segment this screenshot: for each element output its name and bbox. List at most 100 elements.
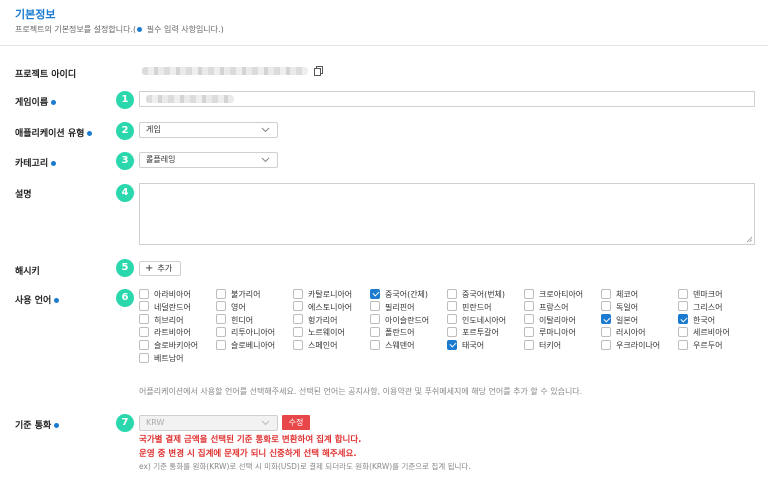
language-option[interactable]: 핀란드어 (447, 301, 491, 314)
language-checkbox[interactable] (370, 288, 380, 299)
language-checkbox[interactable] (139, 326, 149, 337)
language-option[interactable]: 스웨덴어 (370, 339, 414, 352)
language-option[interactable]: 스페인어 (293, 339, 337, 352)
language-option[interactable]: 크로아티아어 (524, 288, 583, 301)
language-option[interactable]: 카탈로니아어 (293, 288, 352, 301)
language-option[interactable]: 태국어 (447, 339, 484, 352)
language-checkbox[interactable] (601, 314, 611, 325)
language-option[interactable]: 헝가리어 (293, 314, 337, 327)
language-checkbox[interactable] (678, 288, 688, 299)
language-option[interactable]: 인도네시아어 (447, 314, 506, 327)
game-name-input[interactable] (139, 91, 755, 107)
language-checkbox[interactable] (216, 339, 226, 350)
language-option[interactable]: 폴란드어 (370, 326, 414, 339)
language-option[interactable]: 히브리어 (139, 314, 183, 327)
language-option[interactable]: 이탈리아어 (524, 314, 576, 327)
language-checkbox[interactable] (447, 339, 457, 350)
language-option[interactable]: 슬로베니아어 (216, 339, 275, 352)
language-checkbox[interactable] (139, 288, 149, 299)
description-textarea[interactable] (139, 183, 755, 245)
language-checkbox[interactable] (293, 326, 303, 337)
language-checkbox[interactable] (370, 326, 380, 337)
language-option[interactable]: 세르비아어 (678, 326, 730, 339)
language-option[interactable]: 필리핀어 (370, 301, 414, 314)
language-checkbox[interactable] (447, 301, 457, 312)
language-option[interactable]: 한국어 (678, 314, 715, 327)
language-checkbox[interactable] (216, 314, 226, 325)
language-checkbox[interactable] (293, 314, 303, 325)
language-option[interactable]: 노르웨이어 (293, 326, 345, 339)
currency-select[interactable]: KRW (139, 415, 278, 431)
language-option[interactable]: 네덜란드어 (139, 301, 191, 314)
language-option[interactable]: 일본어 (601, 314, 638, 327)
language-checkbox[interactable] (139, 352, 149, 363)
language-checkbox[interactable] (293, 339, 303, 350)
language-option[interactable]: 독일어 (601, 301, 638, 314)
required-dot-icon (54, 423, 60, 428)
language-checkbox[interactable] (370, 339, 380, 350)
language-checkbox[interactable] (216, 326, 226, 337)
language-checkbox[interactable] (678, 314, 688, 325)
language-option[interactable]: 포르투갈어 (447, 326, 499, 339)
language-checkbox[interactable] (370, 301, 380, 312)
language-checkbox[interactable] (678, 339, 688, 350)
language-option[interactable]: 우크라이나어 (601, 339, 660, 352)
language-option[interactable]: 아이슬란드어 (370, 314, 429, 327)
language-option[interactable]: 터키어 (524, 339, 561, 352)
language-checkbox[interactable] (524, 301, 534, 312)
language-option[interactable]: 중국어(번체) (447, 288, 505, 301)
language-checkbox[interactable] (524, 288, 534, 299)
language-option[interactable]: 슬로바키아어 (139, 339, 198, 352)
language-option[interactable]: 불가리어 (216, 288, 260, 301)
language-checkbox[interactable] (524, 314, 534, 325)
language-option[interactable]: 리투아니아어 (216, 326, 275, 339)
language-checkbox[interactable] (601, 339, 611, 350)
language-checkbox[interactable] (139, 314, 149, 325)
currency-label: 기준 통화 (15, 418, 60, 431)
language-checkbox[interactable] (524, 339, 534, 350)
language-option[interactable]: 프랑스어 (524, 301, 568, 314)
language-option[interactable]: 베트남어 (139, 352, 183, 365)
currency-edit-button[interactable]: 수정 (282, 415, 310, 430)
language-checkbox[interactable] (601, 288, 611, 299)
language-checkbox[interactable] (447, 326, 457, 337)
language-checkbox[interactable] (447, 314, 457, 325)
language-checkbox[interactable] (370, 314, 380, 325)
language-checkbox[interactable] (678, 326, 688, 337)
required-dot-icon (87, 131, 93, 136)
language-name: 이탈리아어 (539, 315, 576, 325)
language-checkbox[interactable] (601, 301, 611, 312)
language-option[interactable]: 에스토니아어 (293, 301, 352, 314)
language-checkbox[interactable] (601, 326, 611, 337)
language-checkbox[interactable] (447, 288, 457, 299)
language-option[interactable]: 루마니아어 (524, 326, 576, 339)
language-checkbox[interactable] (293, 288, 303, 299)
currency-warning-1: 국가별 결제 금액을 선택된 기준 통화로 변환하여 집계 합니다. (139, 435, 362, 445)
language-option[interactable]: 그리스어 (678, 301, 722, 314)
language-option[interactable]: 우르두어 (678, 339, 722, 352)
language-option[interactable]: 영어 (216, 301, 246, 314)
language-option[interactable]: 라트비아어 (139, 326, 191, 339)
resize-handle-icon[interactable] (746, 236, 753, 243)
add-hashtag-button[interactable]: + 추가 (139, 261, 181, 276)
language-checkbox[interactable] (216, 301, 226, 312)
step-badge-1: 1 (116, 91, 134, 109)
language-checkbox[interactable] (139, 339, 149, 350)
app-type-select[interactable]: 게임 (139, 122, 278, 138)
language-option[interactable]: 힌디어 (216, 314, 253, 327)
language-option[interactable]: 체코어 (601, 288, 638, 301)
language-checkbox[interactable] (524, 326, 534, 337)
required-dot-icon (51, 100, 57, 105)
language-option[interactable]: 덴마크어 (678, 288, 722, 301)
language-checkbox[interactable] (293, 301, 303, 312)
language-checkbox[interactable] (678, 301, 688, 312)
language-checkbox[interactable] (139, 301, 149, 312)
category-select[interactable]: 롤플레잉 (139, 152, 278, 168)
language-option[interactable]: 러시아어 (601, 326, 645, 339)
language-option[interactable]: 아라비아어 (139, 288, 191, 301)
copy-icon[interactable] (314, 66, 323, 76)
language-option[interactable]: 중국어(간체) (370, 288, 428, 301)
game-name-label: 게임이름 (15, 95, 57, 108)
section-title: 기본정보 (15, 8, 56, 21)
language-checkbox[interactable] (216, 288, 226, 299)
